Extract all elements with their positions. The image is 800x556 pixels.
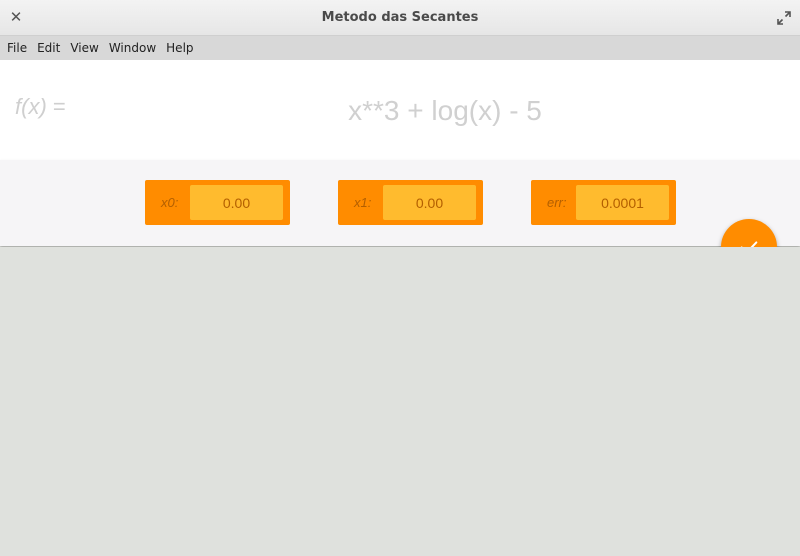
- parameters-panel: x0: x1: err:: [0, 160, 800, 246]
- x0-label: x0:: [161, 195, 179, 210]
- function-name: f(x): [15, 94, 47, 119]
- function-equals: =: [46, 94, 66, 119]
- function-expression-input[interactable]: [180, 60, 710, 162]
- menu-bar: File Edit View Window Help: [0, 36, 800, 60]
- menu-window[interactable]: Window: [104, 41, 161, 55]
- function-label: f(x) =: [15, 94, 66, 120]
- x1-input[interactable]: [383, 185, 476, 220]
- results-area: [0, 247, 800, 556]
- param-x0: x0:: [145, 180, 290, 225]
- title-bar: ✕ Metodo das Secantes: [0, 0, 800, 36]
- menu-file[interactable]: File: [2, 41, 32, 55]
- menu-help[interactable]: Help: [161, 41, 198, 55]
- maximize-icon[interactable]: [776, 10, 792, 26]
- menu-edit[interactable]: Edit: [32, 41, 65, 55]
- err-input[interactable]: [576, 185, 669, 220]
- param-x1: x1:: [338, 180, 483, 225]
- x1-label: x1:: [354, 195, 372, 210]
- function-panel: f(x) =: [0, 60, 800, 162]
- x0-input[interactable]: [190, 185, 283, 220]
- menu-view[interactable]: View: [65, 41, 103, 55]
- param-err: err:: [531, 180, 676, 225]
- window-title: Metodo das Secantes: [321, 10, 479, 25]
- err-label: err:: [547, 195, 567, 210]
